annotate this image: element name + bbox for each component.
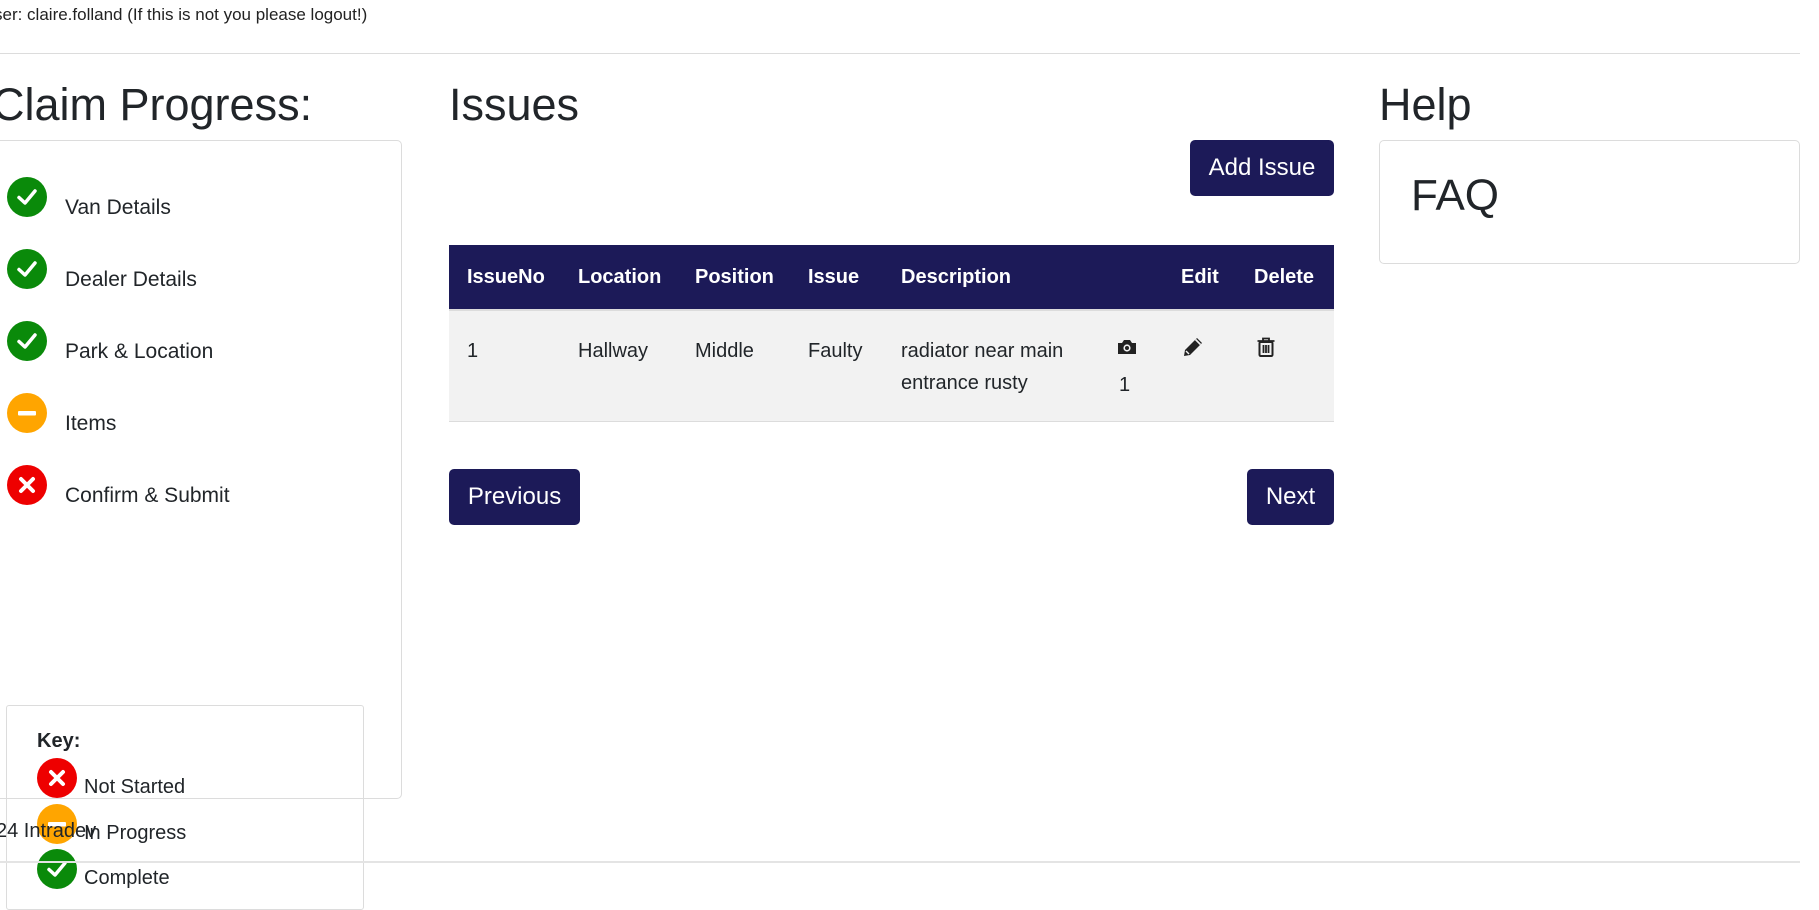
step-label: Confirm & Submit bbox=[65, 484, 230, 507]
help-title: Help bbox=[1379, 79, 1472, 130]
camera-icon[interactable] bbox=[1115, 335, 1139, 359]
help-card: FAQ bbox=[1379, 140, 1800, 264]
footer-divider bbox=[0, 861, 1800, 863]
column-header-location: Location bbox=[560, 245, 677, 311]
footer-copyright: 24 Intradev bbox=[0, 820, 97, 842]
in-progress-icon bbox=[7, 393, 47, 433]
cell-position: Middle bbox=[677, 310, 790, 422]
step-dealer-details[interactable]: Dealer Details bbox=[7, 247, 197, 291]
complete-icon bbox=[7, 249, 47, 289]
column-header-photos bbox=[1097, 245, 1163, 311]
cell-photos: 1 bbox=[1097, 310, 1163, 422]
key-label: Complete bbox=[84, 867, 170, 889]
claim-progress-title: Claim Progress: bbox=[0, 79, 313, 130]
column-header-issue: Issue bbox=[790, 245, 883, 311]
logged-in-user-text: ser: claire.folland (If this is not you … bbox=[0, 5, 368, 24]
top-bar: ser: claire.folland (If this is not you … bbox=[0, 0, 1800, 54]
step-items[interactable]: Items bbox=[7, 391, 116, 435]
issues-title: Issues bbox=[449, 79, 580, 130]
step-confirm-submit[interactable]: Confirm & Submit bbox=[7, 463, 230, 507]
key-label: Not Started bbox=[84, 776, 186, 798]
not-started-icon bbox=[7, 465, 47, 505]
table-header-row: IssueNo Location Position Issue Descript… bbox=[449, 245, 1334, 311]
complete-icon bbox=[7, 321, 47, 361]
not-started-icon bbox=[37, 758, 77, 798]
key-label: In Progress bbox=[84, 822, 187, 844]
table-row: 1 Hallway Middle Faulty radiator near ma… bbox=[449, 310, 1334, 422]
pencil-icon[interactable] bbox=[1181, 335, 1205, 359]
column-header-delete: Delete bbox=[1236, 245, 1334, 311]
cell-location: Hallway bbox=[560, 310, 677, 422]
cell-description: radiator near main entrance rusty bbox=[883, 310, 1097, 422]
step-park-location[interactable]: Park & Location bbox=[7, 319, 213, 363]
column-header-issue-no: IssueNo bbox=[449, 245, 560, 311]
step-van-details[interactable]: Van Details bbox=[7, 175, 171, 219]
cell-delete bbox=[1236, 310, 1334, 422]
status-key: Key: Not Started In Progress Complete bbox=[6, 705, 364, 910]
key-item-complete: Complete bbox=[37, 849, 170, 889]
complete-icon bbox=[7, 177, 47, 217]
photo-count: 1 bbox=[1119, 374, 1131, 396]
step-label: Van Details bbox=[65, 196, 171, 219]
column-header-position: Position bbox=[677, 245, 790, 311]
key-item-not-started: Not Started bbox=[37, 758, 185, 798]
key-title: Key: bbox=[37, 730, 81, 752]
cell-issue: Faulty bbox=[790, 310, 883, 422]
cell-edit bbox=[1163, 310, 1236, 422]
add-issue-button[interactable]: Add Issue bbox=[1190, 140, 1334, 196]
step-label: Dealer Details bbox=[65, 268, 197, 291]
cell-issue-no: 1 bbox=[449, 310, 560, 422]
issues-table: IssueNo Location Position Issue Descript… bbox=[449, 245, 1334, 422]
complete-icon bbox=[37, 849, 77, 889]
step-label: Items bbox=[65, 412, 117, 435]
claim-progress-card: Van Details Dealer Details Park & Locati… bbox=[0, 140, 402, 910]
previous-button[interactable]: Previous bbox=[449, 469, 580, 525]
next-button[interactable]: Next bbox=[1247, 469, 1334, 525]
trash-icon[interactable] bbox=[1254, 335, 1278, 359]
column-header-description: Description bbox=[883, 245, 1097, 311]
step-label: Park & Location bbox=[65, 340, 214, 363]
column-header-edit: Edit bbox=[1163, 245, 1236, 311]
faq-link[interactable]: FAQ bbox=[1411, 171, 1499, 221]
